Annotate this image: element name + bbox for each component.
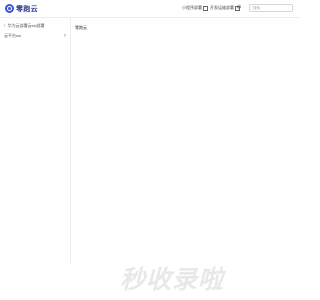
nav-link-label: 小程序部署 [182, 5, 202, 10]
logo-text: 零跑云 [16, 5, 38, 13]
logo[interactable]: 零跑云 [5, 3, 38, 14]
logo-icon [5, 4, 14, 13]
top-navigation-bar: 零跑云 小程序部署 开发运维部署 ✲ [0, 0, 300, 18]
watermark-text: 秒收录啦 [120, 265, 225, 294]
back-button[interactable]: ‹ 华为云部署云ssl部署 [4, 23, 45, 29]
sidebar: ‹ 华为云部署云ssl部署 云平台ssl › [0, 18, 71, 263]
nav-link-mini-program-deploy[interactable]: 小程序部署 [182, 5, 208, 11]
sidebar-item-label: 云平台ssl [4, 33, 21, 38]
page: 零跑云 小程序部署 开发运维部署 ✲ ‹ 华为云部署云ssl部署 云平台ssl … [0, 0, 300, 300]
chevron-left-icon: ‹ [4, 23, 6, 29]
external-link-icon [203, 5, 208, 11]
search-input[interactable] [249, 4, 293, 12]
nav-link-label: 开发运维部署 [210, 5, 234, 10]
chevron-right-icon: › [64, 33, 66, 39]
back-label: 华为云部署云ssl部署 [7, 23, 45, 28]
page-title: 零跑云 [75, 25, 87, 30]
settings-gear-icon[interactable]: ✲ [236, 5, 242, 11]
sidebar-item-cloud-ssl[interactable]: 云平台ssl › [4, 33, 66, 39]
